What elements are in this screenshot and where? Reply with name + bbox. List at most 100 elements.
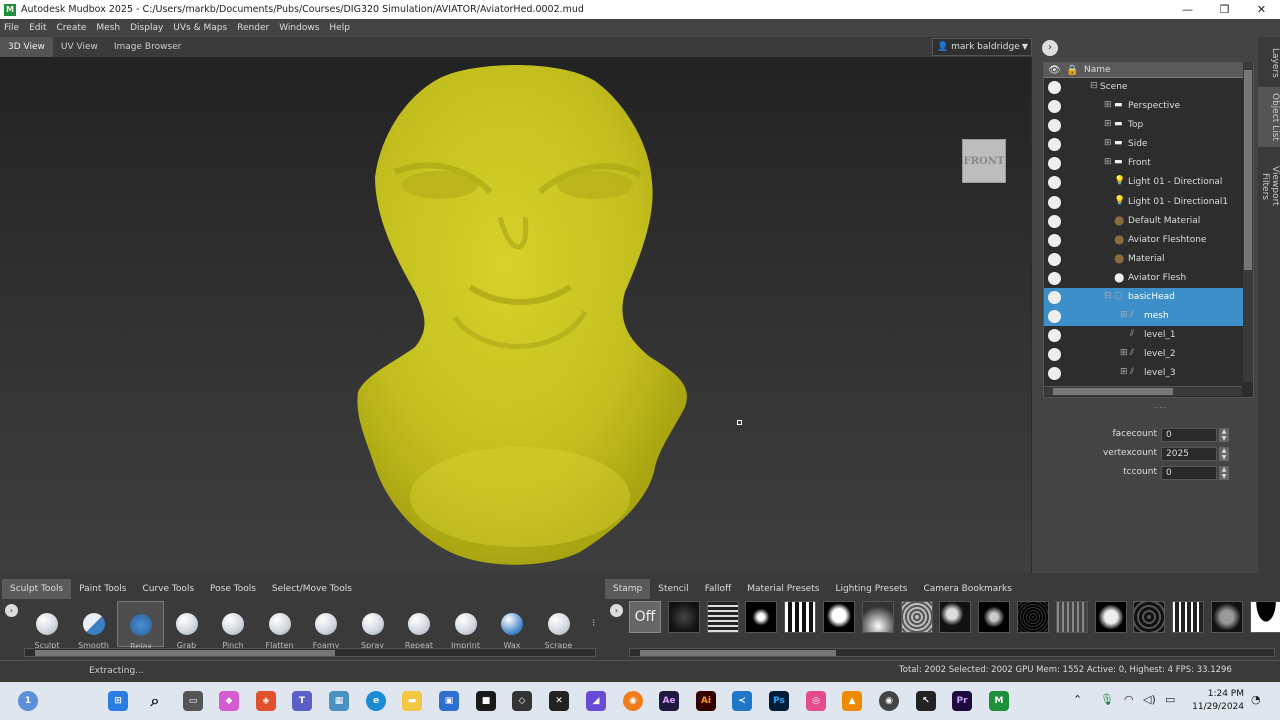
stamp-off-button[interactable]: Off [629, 601, 661, 633]
facecount-field[interactable]: 0 [1161, 428, 1217, 442]
teams-icon[interactable]: T [292, 691, 312, 711]
tab-camera-bookmarks[interactable]: Camera Bookmarks [915, 579, 1020, 599]
visibility-toggle-icon[interactable] [1048, 329, 1061, 343]
tab-pose-tools[interactable]: Pose Tools [202, 579, 264, 599]
expand-arrow-icon[interactable]: › [1042, 40, 1058, 56]
visibility-toggle-icon[interactable] [1048, 310, 1061, 324]
menu-edit[interactable]: Edit [29, 23, 46, 33]
lock-icon[interactable]: 🔒 [1066, 65, 1078, 76]
expand-icon[interactable]: ⊞ [1120, 348, 1128, 358]
tab-stamp[interactable]: Stamp [605, 579, 651, 599]
object-list-row[interactable]: 💡 Light 01 - Directional [1044, 173, 1253, 192]
visibility-toggle-icon[interactable] [1048, 271, 1061, 285]
expand-icon[interactable]: ⊞ [1104, 138, 1112, 148]
object-list-row[interactable]: ⊞ ⫽ mesh [1044, 307, 1253, 327]
object-list-row[interactable]: ⫽ level_1 [1044, 326, 1253, 345]
visibility-toggle-icon[interactable] [1048, 138, 1061, 152]
visibility-toggle-icon[interactable] [1048, 81, 1061, 94]
tool-smooth[interactable]: Smooth [71, 601, 118, 650]
stamp-thumbnail[interactable] [861, 601, 894, 633]
tab-image-browser[interactable]: Image Browser [106, 37, 190, 57]
tool-repeat[interactable]: Repeat [396, 601, 443, 650]
stamp-thumbnail[interactable] [822, 601, 855, 633]
mudbox-taskbar-icon[interactable]: M [989, 691, 1009, 711]
panel-resize-grip[interactable]: ..... [1154, 401, 1167, 410]
object-list-row[interactable]: ● Default Material [1044, 212, 1253, 231]
unity-icon[interactable]: ◇ [512, 691, 532, 711]
menu-windows[interactable]: Windows [279, 23, 319, 33]
windows-start-icon[interactable]: ⊞ [108, 691, 128, 711]
task-view-icon[interactable]: ▭ [183, 691, 203, 711]
tool-imprint[interactable]: Imprint [443, 601, 490, 650]
vlc-icon[interactable]: ▲ [842, 691, 862, 711]
visibility-toggle-icon[interactable] [1048, 195, 1061, 209]
stamp-thumbnail[interactable] [1133, 601, 1166, 633]
visibility-toggle-icon[interactable] [1048, 176, 1061, 190]
stamp-expand-icon[interactable]: › [610, 604, 623, 617]
object-list-row[interactable]: ⊞ ⫽ level_3 [1044, 364, 1253, 383]
brave-browser-icon[interactable]: ◈ [256, 691, 276, 711]
tab-stencil[interactable]: Stencil [650, 579, 697, 599]
stamp-thumbnail[interactable] [1055, 601, 1088, 633]
menu-display[interactable]: Display [130, 23, 163, 33]
taskbar-clock[interactable]: 1:24 PM 11/29/2024 [1192, 688, 1244, 714]
side-tab-layers[interactable]: Layers [1258, 41, 1280, 85]
object-list-vertical-scrollbar[interactable] [1243, 62, 1253, 382]
after-effects-icon[interactable]: Ae [659, 691, 679, 711]
copilot-icon[interactable]: ◆ [219, 691, 239, 711]
photos-icon[interactable]: ▦ [329, 691, 349, 711]
tab-select-move-tools[interactable]: Select/Move Tools [263, 579, 360, 599]
tool-relax[interactable]: Relax [117, 601, 164, 651]
microsoft-store-icon[interactable]: ▣ [439, 691, 459, 711]
tray-expand-icon[interactable]: › [5, 604, 18, 617]
expand-icon[interactable]: ⊞ [1104, 119, 1112, 129]
file-explorer-icon[interactable]: ▬ [402, 691, 422, 711]
tab-material-presets[interactable]: Material Presets [739, 579, 828, 599]
notification-icon[interactable]: ◔ [1251, 693, 1261, 706]
visibility-toggle-icon[interactable] [1048, 214, 1061, 228]
visibility-toggle-icon[interactable] [1048, 348, 1061, 362]
stamp-thumbnail[interactable] [978, 601, 1011, 633]
tool-spray[interactable]: Spray [350, 601, 397, 650]
chevron-up-icon[interactable]: ⌃ [1073, 693, 1082, 706]
visibility-toggle-icon[interactable] [1048, 100, 1061, 114]
tool-foamy[interactable]: Foamy [303, 601, 350, 650]
object-list-row[interactable]: ● Material [1044, 250, 1253, 269]
collapse-icon[interactable]: ⊟ [1104, 291, 1112, 301]
maximize-button[interactable]: ❐ [1206, 0, 1243, 19]
3d-viewport[interactable]: FRONT [0, 57, 1031, 573]
tool-shelf-scrollbar[interactable] [24, 648, 596, 657]
stamp-thumbnail[interactable] [900, 601, 933, 633]
obs-icon[interactable]: ◉ [879, 691, 899, 711]
side-tab-viewport-filters[interactable]: Viewport Filters [1258, 149, 1280, 223]
spinner-arrows-icon[interactable]: ▲ ▼ [1219, 447, 1229, 461]
affinity-icon[interactable]: ◢ [586, 691, 606, 711]
visibility-toggle-icon[interactable] [1048, 252, 1061, 266]
minimize-button[interactable]: — [1169, 0, 1206, 19]
battery-icon[interactable]: ▭ [1165, 693, 1175, 706]
object-list-row[interactable]: ● Aviator Flesh [1044, 269, 1253, 288]
menu-help[interactable]: Help [329, 23, 350, 33]
object-list-horizontal-scrollbar[interactable] [1044, 386, 1242, 396]
wifi-icon[interactable]: ◠ [1124, 693, 1134, 706]
premiere-icon[interactable]: Pr [952, 691, 972, 711]
tool-sculpt[interactable]: Sculpt [24, 601, 71, 650]
more-tools-icon[interactable]: ⁝ [592, 618, 595, 629]
microphone-icon[interactable]: 🎙 [1100, 693, 1114, 706]
stamp-thumbnail[interactable] [706, 601, 739, 633]
stamp-thumbnail[interactable] [939, 601, 972, 633]
tool-flatten[interactable]: Flatten [257, 601, 304, 650]
pycharm-icon[interactable]: ■ [476, 691, 496, 711]
visibility-toggle-icon[interactable] [1048, 367, 1061, 381]
menu-file[interactable]: File [4, 23, 19, 33]
weather-icon[interactable]: 1 [18, 691, 38, 711]
stamp-shelf-scrollbar[interactable] [629, 648, 1275, 657]
user-account-dropdown[interactable]: 👤 mark baldridge ▼ [932, 38, 1032, 56]
spinner-arrows-icon[interactable]: ▲ ▼ [1219, 428, 1229, 442]
side-tab-object-list[interactable]: Object List [1258, 87, 1280, 147]
expand-icon[interactable]: ⊞ [1104, 100, 1112, 110]
stamp-thumbnail[interactable] [1094, 601, 1127, 633]
menu-uvs-maps[interactable]: UVs & Maps [173, 23, 227, 33]
visibility-toggle-icon[interactable] [1048, 157, 1061, 171]
vertexcount-field[interactable]: 2025 [1161, 447, 1217, 461]
